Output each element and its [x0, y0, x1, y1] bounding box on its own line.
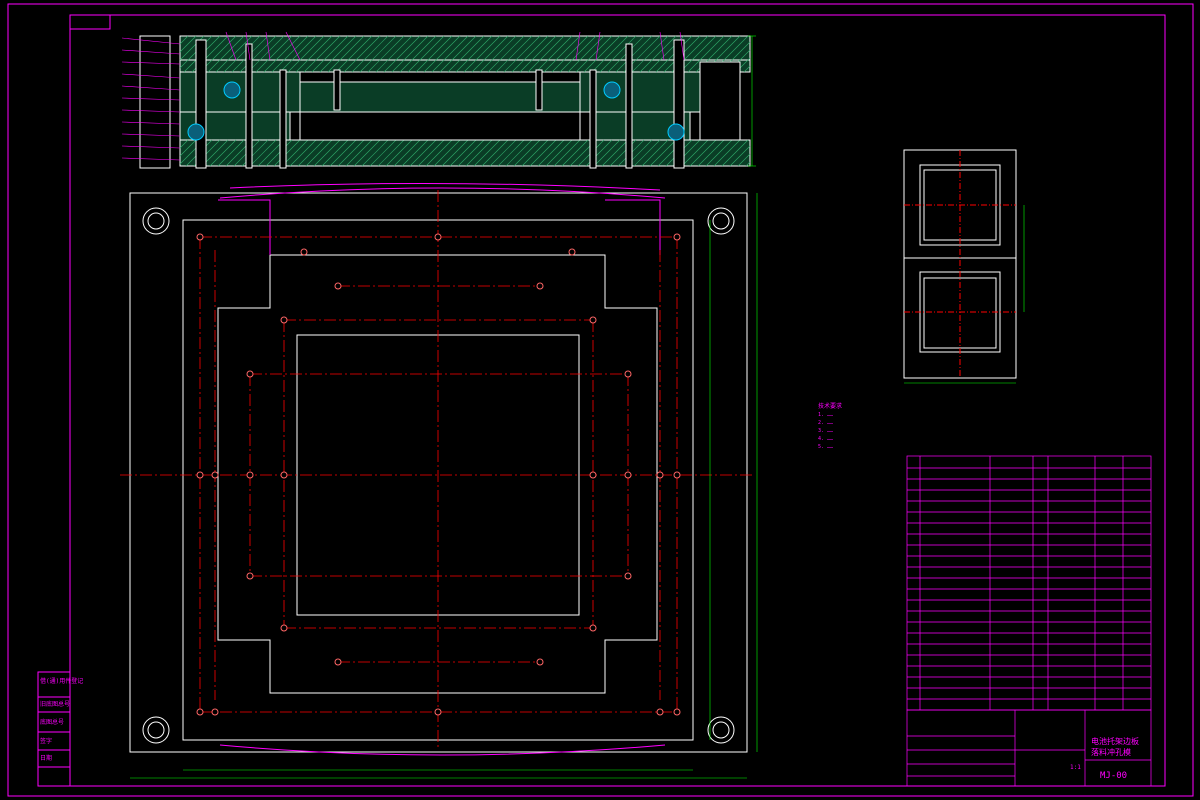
pilot-hole	[434, 233, 442, 241]
title-scale: 1:1	[1070, 764, 1081, 771]
pilot-hole	[536, 658, 544, 666]
section-view	[121, 31, 756, 191]
pilot-hole	[196, 471, 204, 479]
note-line-3: 4. ……	[818, 436, 833, 442]
pilot-hole	[624, 572, 632, 580]
pilot-hole	[211, 708, 219, 716]
pilot-hole	[589, 471, 597, 479]
drawing-number: MJ-00	[1100, 771, 1127, 781]
side-label-0: 借(通)用件登记	[40, 677, 83, 685]
pilot-hole	[673, 708, 681, 716]
pilot-hole	[280, 471, 288, 479]
pilot-hole	[334, 658, 342, 666]
note-line-0: 1. ……	[818, 412, 833, 418]
pilot-hole	[246, 572, 254, 580]
cad-drawing-sheet: 借(通)用件登记 旧底图总号 底图总号 签字 日期 技术要求 1. …… 2. …	[0, 0, 1200, 800]
pilot-hole	[568, 248, 576, 256]
pilot-hole	[280, 316, 288, 324]
pilot-hole	[211, 471, 219, 479]
pilot-hole	[246, 370, 254, 378]
pilot-hole	[280, 624, 288, 632]
pilot-hole	[624, 370, 632, 378]
pilot-hole	[246, 471, 254, 479]
pilot-hole	[673, 471, 681, 479]
pilot-hole	[434, 708, 442, 716]
pilot-hole	[536, 282, 544, 290]
pilot-hole	[656, 471, 664, 479]
notes-title: 技术要求	[818, 402, 842, 410]
pilot-hole	[589, 316, 597, 324]
side-label-4: 日期	[40, 754, 52, 762]
title-name-line1: 电池托架边板	[1091, 736, 1139, 746]
pilot-hole	[196, 233, 204, 241]
pilot-hole	[334, 282, 342, 290]
note-line-1: 2. ……	[818, 420, 833, 426]
pilot-hole	[589, 624, 597, 632]
note-line-2: 3. ……	[818, 428, 833, 434]
side-label-3: 签字	[40, 737, 52, 745]
pilot-hole	[624, 471, 632, 479]
side-label-1: 旧底图总号	[40, 700, 70, 708]
side-label-2: 底图总号	[40, 718, 64, 726]
title-name-line2: 落料冲孔模	[1091, 747, 1131, 757]
pilot-hole	[656, 708, 664, 716]
pilot-hole	[673, 233, 681, 241]
note-line-4: 5. ……	[818, 444, 833, 450]
pilot-hole	[196, 708, 204, 716]
pilot-hole	[300, 248, 308, 256]
